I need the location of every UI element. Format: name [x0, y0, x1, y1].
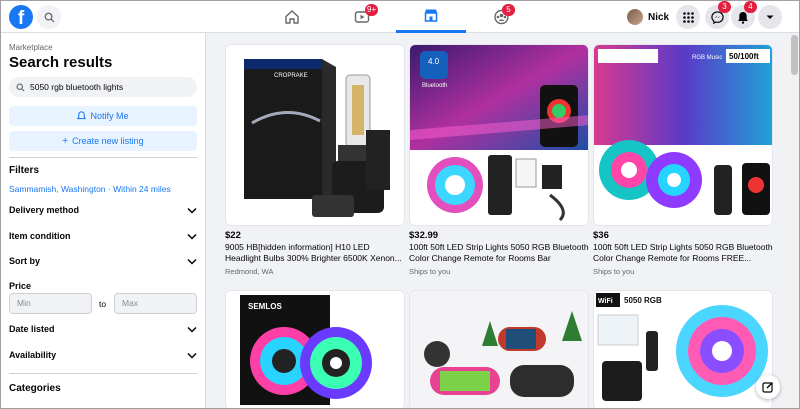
chevron-down-icon	[187, 207, 197, 214]
notifications-badge: 4	[744, 1, 757, 13]
listing-price: $32.99	[409, 230, 439, 241]
svg-text:4.0: 4.0	[428, 57, 440, 66]
divider	[9, 373, 197, 374]
listing-card[interactable]: RGB Music 50/100ft $36 100ft 50ft LED St…	[593, 44, 773, 276]
filter-item-condition[interactable]: Item condition	[9, 228, 197, 244]
messenger-badge: 3	[718, 1, 731, 13]
listing-image[interactable]: 4.0 Bluetooth	[409, 44, 589, 226]
filter-label: Item condition	[9, 231, 71, 241]
profile-name: Nick	[648, 11, 670, 23]
price-to-label: to	[99, 299, 107, 309]
price-min-input[interactable]: Min	[9, 293, 92, 314]
filter-delivery-method[interactable]: Delivery method	[9, 202, 197, 218]
chevron-down-icon	[187, 258, 197, 265]
tab-groups[interactable]: 5	[466, 0, 536, 33]
search-button[interactable]	[37, 5, 61, 29]
create-listing-button[interactable]: + Create new listing	[9, 131, 197, 151]
listing-card[interactable]: CROPRAKE $22 9005 HB[hidden information]…	[225, 44, 405, 276]
listing-card[interactable]: WiFi 5050 RGB	[593, 290, 773, 409]
notify-me-label: Notify Me	[90, 111, 129, 121]
listing-image[interactable]: CROPRAKE	[225, 44, 405, 226]
compose-icon	[762, 382, 773, 393]
filter-label: Availability	[9, 350, 57, 360]
marketplace-icon	[424, 9, 438, 22]
svg-text:CROPRAKE: CROPRAKE	[274, 73, 308, 79]
scrollbar[interactable]	[790, 33, 799, 409]
listing-title: 100ft 50ft LED Strip Lights 5050 RGB Blu…	[409, 242, 589, 263]
listing-card[interactable]: 4.0 Bluetooth $32.99 100ft 50ft LED Stri…	[409, 44, 589, 276]
listing-location: Ships to you	[593, 267, 635, 276]
filter-sort-by[interactable]: Sort by	[9, 253, 197, 269]
svg-text:Bluetooth: Bluetooth	[422, 83, 447, 89]
price-max-input[interactable]: Max	[114, 293, 197, 314]
tab-marketplace[interactable]	[396, 0, 466, 33]
notifications-button[interactable]: 4	[731, 1, 757, 29]
svg-text:5050 RGB: 5050 RGB	[624, 296, 662, 305]
svg-text:WiFi: WiFi	[598, 298, 613, 305]
listing-title: 9005 HB[hidden information] H10 LED Head…	[225, 242, 402, 263]
listings-grid: CROPRAKE $22 9005 HB[hidden information]…	[207, 33, 790, 409]
chevron-down-icon	[187, 233, 197, 240]
filter-label: Sort by	[9, 256, 41, 266]
filter-date-listed[interactable]: Date listed	[9, 321, 197, 337]
filter-label: Date listed	[9, 324, 55, 334]
page-title: Search results	[9, 54, 113, 71]
listing-price: $22	[225, 230, 241, 241]
svg-text:SEMLOS: SEMLOS	[248, 302, 282, 311]
listing-image[interactable]: RGB Music 50/100ft	[593, 44, 773, 226]
search-icon	[44, 12, 54, 22]
messenger-button[interactable]: 3	[705, 1, 731, 29]
listing-title: 100ft 50ft LED Strip Lights 5050 RGB Blu…	[593, 242, 773, 263]
listing-location: Redmond, WA	[225, 267, 274, 276]
divider	[9, 157, 197, 158]
marketplace-sidebar: Marketplace Search results 5050 rgb blue…	[0, 33, 206, 409]
bell-icon	[77, 111, 87, 120]
listing-card[interactable]: SEMLOS	[225, 290, 405, 409]
breadcrumb[interactable]: Marketplace	[9, 43, 53, 52]
home-icon	[285, 9, 299, 24]
svg-text:RGB Music: RGB Music	[692, 55, 722, 61]
top-navigation-bar: f 9+ 5 Nick 3 4	[0, 0, 800, 33]
listing-image[interactable]	[409, 290, 589, 409]
plus-icon: +	[62, 135, 69, 147]
listing-location: Ships to you	[409, 267, 451, 276]
search-input[interactable]: 5050 rgb bluetooth lights	[9, 77, 197, 97]
chevron-down-icon	[766, 15, 774, 19]
filter-label: Delivery method	[9, 205, 80, 215]
scrollbar-thumb[interactable]	[791, 35, 798, 75]
avatar	[627, 9, 643, 25]
notify-me-button[interactable]: Notify Me	[9, 106, 197, 126]
listing-card[interactable]	[409, 290, 589, 409]
account-menu-button[interactable]	[758, 5, 782, 29]
tab-watch[interactable]: 9+	[327, 0, 397, 33]
search-icon	[16, 82, 25, 91]
listing-image[interactable]: WiFi 5050 RGB	[593, 290, 773, 409]
grid-menu-icon	[682, 11, 694, 23]
menu-button[interactable]	[676, 5, 700, 29]
filter-availability[interactable]: Availability	[9, 347, 197, 363]
search-value: 5050 rgb bluetooth lights	[30, 82, 124, 92]
categories-heading: Categories	[9, 383, 61, 394]
facebook-logo[interactable]: f	[9, 5, 33, 29]
chevron-down-icon	[187, 352, 197, 359]
chevron-down-icon	[187, 326, 197, 333]
svg-text:50/100ft: 50/100ft	[729, 52, 759, 61]
listing-image[interactable]: SEMLOS	[225, 290, 405, 409]
listing-price: $36	[593, 230, 609, 241]
tab-home[interactable]	[257, 0, 327, 33]
new-message-button[interactable]	[756, 375, 780, 399]
create-listing-label: Create new listing	[72, 136, 144, 146]
price-label: Price	[9, 281, 32, 291]
watch-badge: 9+	[365, 4, 379, 16]
filters-heading: Filters	[9, 165, 40, 176]
groups-badge: 5	[502, 4, 515, 16]
profile-shortcut[interactable]: Nick	[627, 7, 669, 27]
location-filter[interactable]: Sammamish, Washington · Within 24 miles	[9, 184, 171, 194]
